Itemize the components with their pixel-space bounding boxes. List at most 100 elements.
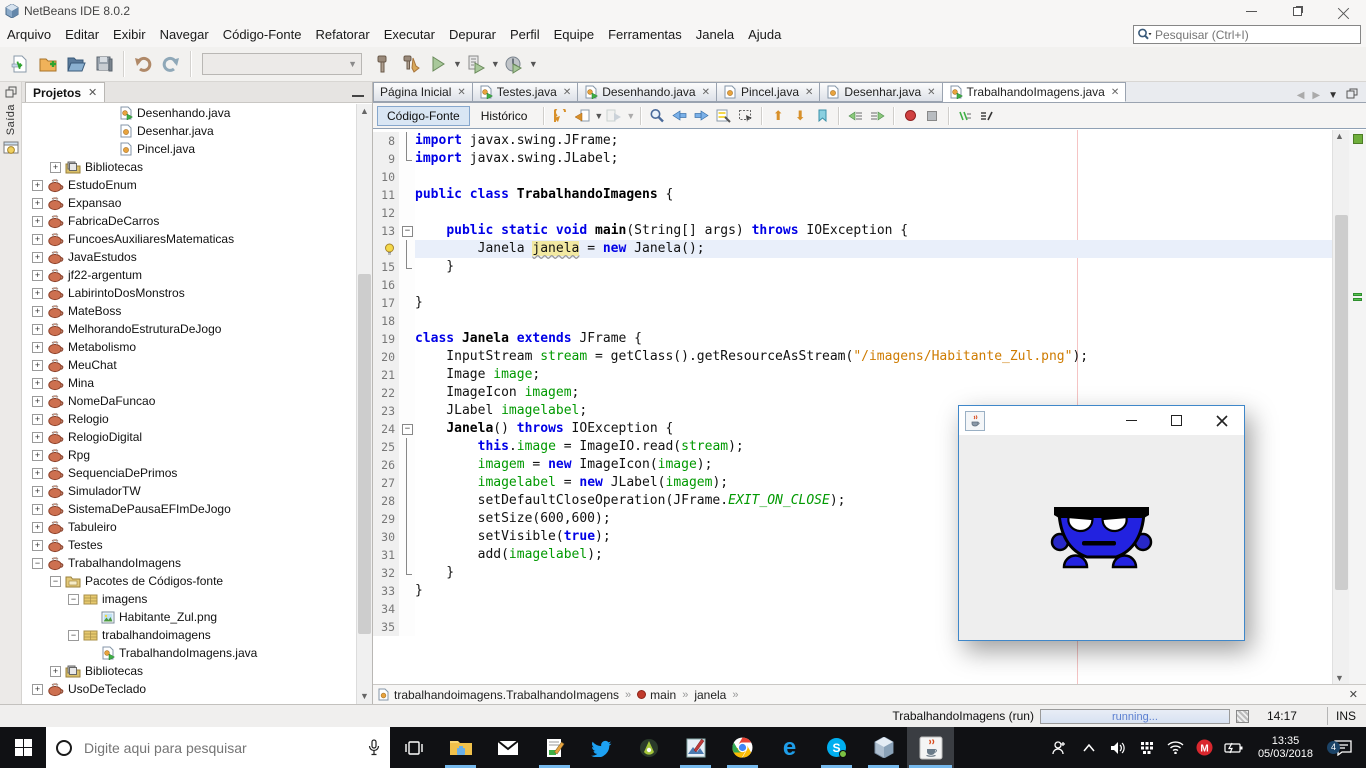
menu-ajuda[interactable]: Ajuda	[741, 24, 788, 45]
last-edit-button[interactable]	[549, 106, 571, 126]
run-caret-icon[interactable]: ▼	[453, 59, 462, 69]
tree-item-funcoesauxiliaresmatematicas[interactable]: + FuncoesAuxiliaresMatematicas	[22, 230, 356, 248]
collapse-icon[interactable]: −	[50, 575, 61, 587]
minimize-button[interactable]	[1228, 0, 1274, 22]
expand-icon[interactable]: +	[32, 683, 43, 695]
dropbox-icon[interactable]	[1136, 741, 1158, 755]
expand-icon[interactable]: +	[32, 197, 43, 209]
run-project-button[interactable]	[424, 50, 452, 78]
scroll-down-icon[interactable]: ▼	[1335, 673, 1344, 683]
breadcrumb-item[interactable]: trabalhandoimagens.TrabalhandoImagens	[394, 688, 619, 702]
scroll-up-icon[interactable]: ▲	[357, 104, 372, 119]
expand-icon[interactable]: +	[32, 503, 43, 515]
expand-icon[interactable]: +	[32, 431, 43, 443]
projects-close-icon[interactable]: ✕	[88, 86, 97, 99]
menu-refatorar[interactable]: Refatorar	[308, 24, 376, 45]
tree-item-trabalhandoimagens-java[interactable]: TrabalhandoImagens.java	[22, 644, 356, 662]
undo-button[interactable]	[129, 50, 157, 78]
start-button[interactable]	[0, 727, 46, 768]
show-hidden-icons-chevron[interactable]	[1078, 743, 1100, 752]
maximize-editor-icon[interactable]	[1346, 88, 1358, 102]
back-button[interactable]	[571, 106, 593, 126]
taskbar-app-chrome[interactable]	[719, 727, 766, 768]
open-project-button[interactable]	[62, 50, 90, 78]
expand-icon[interactable]: +	[32, 287, 43, 299]
quick-search-input[interactable]	[1152, 27, 1360, 42]
code-fold-toggle[interactable]	[399, 222, 415, 240]
config-combobox[interactable]: ▼	[202, 53, 362, 75]
tree-item-relogio[interactable]: + Relogio	[22, 410, 356, 428]
toggle-highlight-button[interactable]	[712, 106, 734, 126]
tab-close-icon[interactable]: ✕	[457, 87, 465, 98]
next-bookmark-button[interactable]: ⬇	[789, 106, 811, 126]
expand-icon[interactable]: +	[32, 179, 43, 191]
expand-icon[interactable]: +	[32, 467, 43, 479]
uncomment-button[interactable]	[976, 106, 998, 126]
microphone-icon[interactable]	[368, 739, 380, 756]
editor-tab-trabalhandoimagens-java[interactable]: TrabalhandoImagens.java ✕	[942, 82, 1127, 102]
scroll-up-icon[interactable]: ▲	[1335, 131, 1344, 141]
expand-icon[interactable]: +	[32, 539, 43, 551]
breadcrumb-item[interactable]: main	[650, 688, 676, 702]
menu-editar[interactable]: Editar	[58, 24, 106, 45]
collapse-icon[interactable]: −	[32, 557, 43, 569]
tree-item-pacotes-de-c-digos-fonte[interactable]: − Pacotes de Códigos-fonte	[22, 572, 356, 590]
tab-close-icon[interactable]: ✕	[805, 87, 813, 98]
expand-icon[interactable]: +	[32, 269, 43, 281]
tree-item-sequenciadeprimos[interactable]: + SequenciaDePrimos	[22, 464, 356, 482]
debug-project-button[interactable]	[462, 50, 490, 78]
expand-icon[interactable]: +	[32, 395, 43, 407]
menu-depurar[interactable]: Depurar	[442, 24, 503, 45]
tab-close-icon[interactable]: ✕	[927, 87, 935, 98]
tree-item-testes[interactable]: + Testes	[22, 536, 356, 554]
forward-button[interactable]	[603, 106, 625, 126]
restore-window-icon[interactable]	[5, 86, 17, 98]
projects-minimize-icon[interactable]	[352, 95, 364, 97]
find-previous-button[interactable]	[668, 106, 690, 126]
process-list-icon[interactable]	[1235, 709, 1249, 723]
expand-icon[interactable]: +	[32, 233, 43, 245]
projects-scrollbar[interactable]: ▲ ▼	[356, 104, 372, 704]
java-app-window[interactable]	[958, 405, 1245, 641]
tree-item-sistemadepausaefimdejogo[interactable]: + SistemaDePausaEFImDeJogo	[22, 500, 356, 518]
editor-tab-desenhando-java[interactable]: Desenhando.java ✕	[578, 82, 717, 102]
minimize-button[interactable]	[1109, 406, 1154, 435]
people-icon[interactable]	[1049, 740, 1071, 755]
menu-janela[interactable]: Janela	[689, 24, 741, 45]
taskbar-app-android-studio[interactable]	[625, 727, 672, 768]
save-all-button[interactable]	[90, 50, 118, 78]
tree-item-desenhando-java[interactable]: Desenhando.java	[22, 104, 356, 122]
tab-scroll-right-icon[interactable]: ▶	[1312, 90, 1320, 101]
shift-right-button[interactable]	[866, 106, 888, 126]
expand-icon[interactable]: +	[32, 215, 43, 227]
hint-lightbulb-icon[interactable]	[373, 240, 399, 258]
tree-item-estudoenum[interactable]: + EstudoEnum	[22, 176, 356, 194]
find-button[interactable]	[646, 106, 668, 126]
tree-item-labirintodosmonstros[interactable]: + LabirintoDosMonstros	[22, 284, 356, 302]
restore-button[interactable]	[1274, 0, 1320, 22]
expand-icon[interactable]: +	[32, 341, 43, 353]
toggle-bookmark-button[interactable]	[811, 106, 833, 126]
tree-item-habitante-zul-png[interactable]: Habitante_Zul.png	[22, 608, 356, 626]
mega-icon[interactable]: M	[1194, 739, 1216, 756]
tree-item-javaestudos[interactable]: + JavaEstudos	[22, 248, 356, 266]
tab-close-icon[interactable]: ✕	[1111, 87, 1119, 98]
projects-tree[interactable]: Desenhando.java Desenhar.java Pincel.java +…	[22, 104, 356, 704]
tree-item-tabuleiro[interactable]: + Tabuleiro	[22, 518, 356, 536]
tab-projects[interactable]: Projetos ✕	[25, 82, 106, 102]
tree-item-jf22-argentum[interactable]: + jf22-argentum	[22, 266, 356, 284]
taskbar-app-edge[interactable]: e	[766, 727, 813, 768]
editor-scrollbar[interactable]: ▲ ▼	[1332, 130, 1349, 684]
volume-icon[interactable]	[1107, 741, 1129, 755]
tray-clock[interactable]: 13:35 05/03/2018	[1258, 735, 1313, 761]
code-fold-toggle[interactable]	[399, 420, 415, 438]
editor-tab-p-gina-inicial[interactable]: Página Inicial ✕	[373, 82, 473, 102]
redo-button[interactable]	[157, 50, 185, 78]
comment-button[interactable]	[954, 106, 976, 126]
progress-bar[interactable]: running...	[1039, 708, 1230, 724]
quick-search-box[interactable]	[1133, 25, 1361, 44]
forward-caret-icon[interactable]: ▼	[626, 111, 635, 121]
menu-exibir[interactable]: Exibir	[106, 24, 153, 45]
find-next-button[interactable]	[690, 106, 712, 126]
expand-icon[interactable]: +	[32, 305, 43, 317]
